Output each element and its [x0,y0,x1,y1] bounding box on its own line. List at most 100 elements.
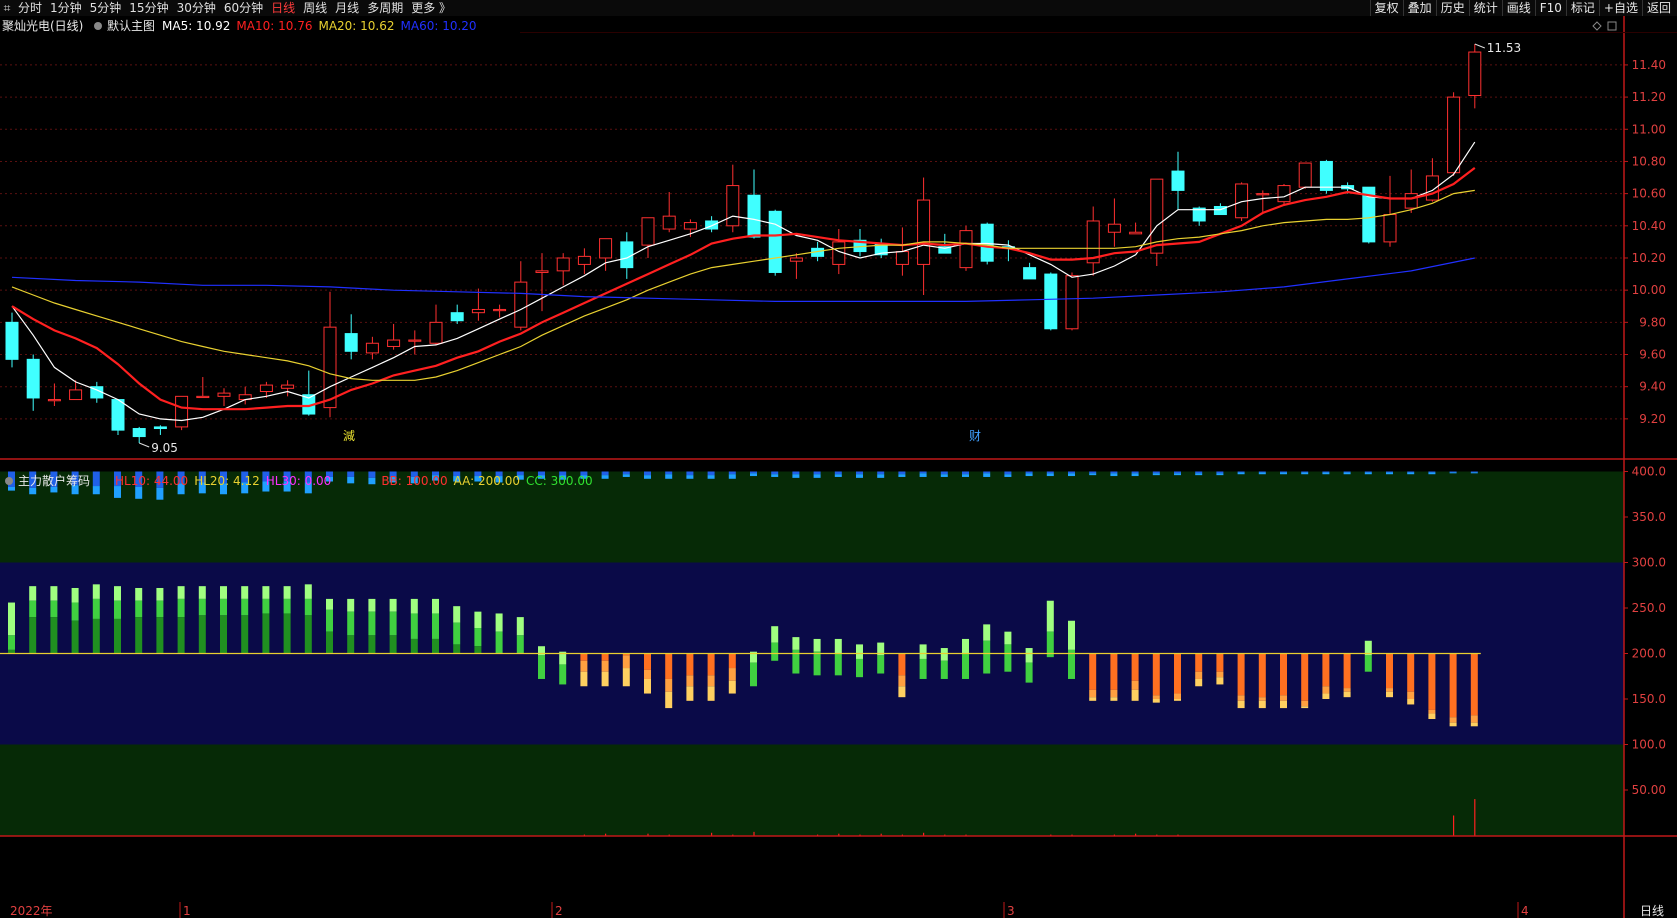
candle[interactable] [789,257,803,262]
candle[interactable] [471,308,485,314]
toolbar-button-2[interactable]: 历史 [1435,0,1469,16]
indicator-bar-top-mid [1195,473,1203,476]
candle[interactable] [111,399,125,431]
candle[interactable] [1107,223,1121,233]
indicator-bar-top-dark [1322,471,1330,473]
system-menu-icon[interactable]: ⌗ [0,0,14,16]
candle[interactable] [514,281,528,328]
indicator-bar-mid [326,609,333,632]
candle[interactable] [153,426,167,430]
period-tab-9[interactable]: 多周期 [363,0,407,16]
indicator-bar-top-mid [686,475,694,479]
candle[interactable] [493,308,507,312]
candle[interactable] [1044,273,1058,330]
indicator-bar-mid-light [8,602,15,636]
main-template-label: 默认主图 [107,18,155,33]
indicator-bar-top-dark [1004,471,1012,475]
candle[interactable] [577,255,591,265]
period-tab-5[interactable]: 60分钟 [220,0,267,16]
period-tab-6[interactable]: 日线 [267,0,299,16]
toolbar-button-1[interactable]: 叠加 [1402,0,1436,16]
toolbar-button-0[interactable]: 复权 [1369,0,1403,16]
candle[interactable] [132,428,146,438]
candle[interactable] [959,230,973,269]
indicator-bar-top-mid [940,474,948,477]
candle[interactable] [1447,96,1461,174]
candle[interactable] [599,238,613,259]
candle[interactable] [895,251,909,265]
candle[interactable] [980,223,994,262]
candle[interactable] [1129,231,1143,235]
candle[interactable] [1023,267,1037,280]
candle[interactable] [1277,185,1291,203]
candle[interactable] [69,389,83,401]
candle[interactable] [387,339,401,347]
candle[interactable] [217,392,231,397]
candle[interactable] [408,339,422,342]
indicator-bar-yellow [1407,699,1415,705]
candle[interactable] [323,326,337,409]
candle[interactable] [1171,170,1185,191]
candle[interactable] [768,210,782,273]
candle[interactable] [917,199,931,265]
price-axis-label: 11.00 [1632,122,1666,136]
indicator-bar-orange [1280,653,1287,696]
toolbar-button-4[interactable]: 画线 [1501,0,1535,16]
period-tab-3[interactable]: 15分钟 [125,0,172,16]
indicator-bar-top-dark [1131,471,1139,474]
toolbar-button-8[interactable]: 返回 [1641,0,1675,16]
candle[interactable] [620,241,634,269]
period-tab-2[interactable]: 5分钟 [86,0,126,16]
candle[interactable] [1256,193,1270,196]
indicator-bar-mid-light [29,586,37,601]
indicator-bar-mid [983,640,991,674]
candle[interactable] [259,384,273,393]
candle[interactable] [1468,51,1482,96]
candle[interactable] [1383,214,1397,243]
indicator-bar-orange-light [707,675,715,687]
period-tab-10[interactable]: 更多 》 [407,0,455,16]
period-tab-4[interactable]: 30分钟 [173,0,220,16]
candle[interactable] [281,384,295,389]
candle[interactable] [747,194,761,238]
toolbar-button-6[interactable]: 标记 [1565,0,1599,16]
period-tab-0[interactable]: 分时 [14,0,46,16]
candle[interactable] [662,215,676,230]
period-tab-7[interactable]: 周线 [299,0,331,16]
indicator-bar-yellow [686,686,694,701]
candle[interactable] [1298,162,1312,188]
candle[interactable] [1065,275,1079,330]
indicator-bar-orange-light [665,678,673,692]
candle[interactable] [175,395,189,428]
template-dropdown-icon[interactable] [94,22,102,30]
period-tab-1[interactable]: 1分钟 [46,0,86,16]
candle[interactable] [450,312,464,322]
candle[interactable] [429,321,443,344]
candle[interactable] [5,321,19,360]
toolbar-button-7[interactable]: +自选 [1598,0,1642,16]
toolbar-button-5[interactable]: F10 [1534,0,1566,16]
candle[interactable] [641,217,655,246]
candle[interactable] [726,185,740,227]
indicator-dropdown-icon[interactable] [5,477,13,485]
candle[interactable] [556,257,570,272]
candle[interactable] [26,358,40,399]
candle[interactable] [365,342,379,354]
indicator-bar-orange [644,653,651,670]
candle[interactable] [47,399,61,402]
candle[interactable] [535,270,549,273]
candle[interactable] [344,333,358,352]
period-tab-8[interactable]: 月线 [331,0,363,16]
indicator-bar-orange-light [1110,689,1118,698]
candle[interactable] [1404,193,1418,209]
indicator-bar-top-mid [1470,472,1478,474]
indicator-bar-orange [1174,653,1181,694]
toolbar-button-3[interactable]: 统计 [1468,0,1502,16]
candle[interactable] [683,222,697,230]
candle[interactable] [1425,175,1439,201]
price-axis-label: 9.80 [1639,315,1666,329]
candle[interactable] [1319,160,1333,191]
stock-chart[interactable]: 11.40 11.20 11.00 10.80 10.60 10.40 10.20 10.00… [0,16,1677,918]
candle[interactable] [196,395,210,399]
indicator-bar-yellow [1195,678,1203,687]
